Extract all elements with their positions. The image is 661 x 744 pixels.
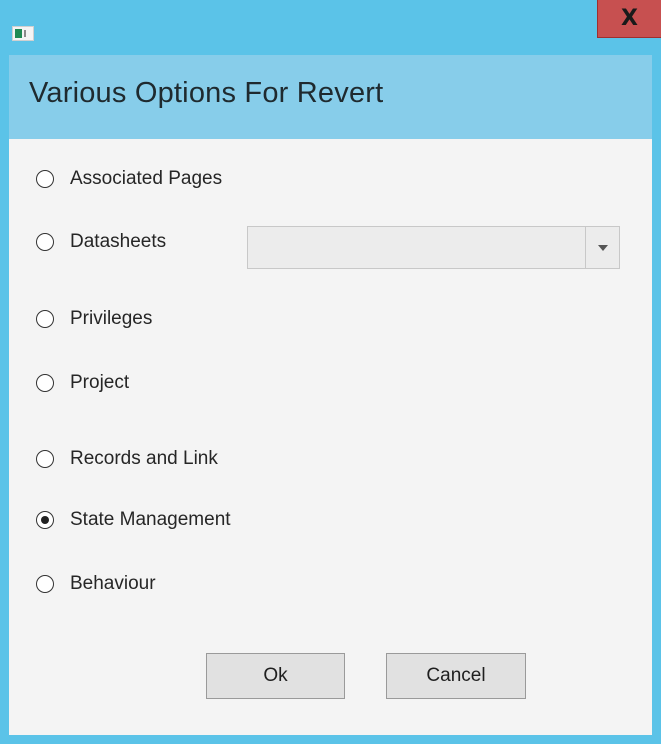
ok-button[interactable]: Ok	[206, 653, 345, 699]
option-label: Project	[70, 372, 130, 393]
datasheet-select[interactable]	[247, 226, 620, 269]
option-privileges[interactable]: Privileges	[36, 305, 152, 333]
option-datasheets[interactable]: Datasheets	[36, 228, 166, 256]
option-records-and-link[interactable]: Records and Link	[36, 445, 218, 473]
option-state-management[interactable]: State Management	[36, 506, 231, 534]
option-label: Behaviour	[70, 573, 156, 594]
options-panel: Associated Pages Datasheets Privileges P…	[9, 139, 652, 735]
app-icon	[12, 26, 34, 41]
radio-datasheets[interactable]	[36, 233, 54, 251]
option-associated-pages[interactable]: Associated Pages	[36, 165, 222, 193]
radio-project[interactable]	[36, 374, 54, 392]
option-label: Datasheets	[70, 231, 167, 252]
radio-state-management[interactable]	[36, 511, 54, 529]
title-bar[interactable]: X	[0, 0, 661, 55]
close-icon: X	[621, 6, 638, 31]
cancel-button[interactable]: Cancel	[386, 653, 526, 699]
revert-options-window: X Various Options For Revert Associated …	[0, 0, 661, 744]
close-button[interactable]: X	[597, 0, 661, 38]
radio-associated-pages[interactable]	[36, 170, 54, 188]
chevron-down-icon[interactable]	[598, 245, 608, 251]
option-label: State Management	[70, 509, 231, 530]
option-label: Privileges	[70, 308, 153, 329]
dialog-header: Various Options For Revert	[9, 55, 652, 139]
radio-records-and-link[interactable]	[36, 450, 54, 468]
page-title: Various Options For Revert	[29, 77, 384, 109]
option-label: Associated Pages	[70, 168, 223, 189]
option-label: Records and Link	[70, 448, 218, 469]
option-project[interactable]: Project	[36, 369, 129, 397]
combo-divider	[585, 227, 586, 268]
radio-behaviour[interactable]	[36, 575, 54, 593]
option-behaviour[interactable]: Behaviour	[36, 570, 156, 598]
radio-privileges[interactable]	[36, 310, 54, 328]
